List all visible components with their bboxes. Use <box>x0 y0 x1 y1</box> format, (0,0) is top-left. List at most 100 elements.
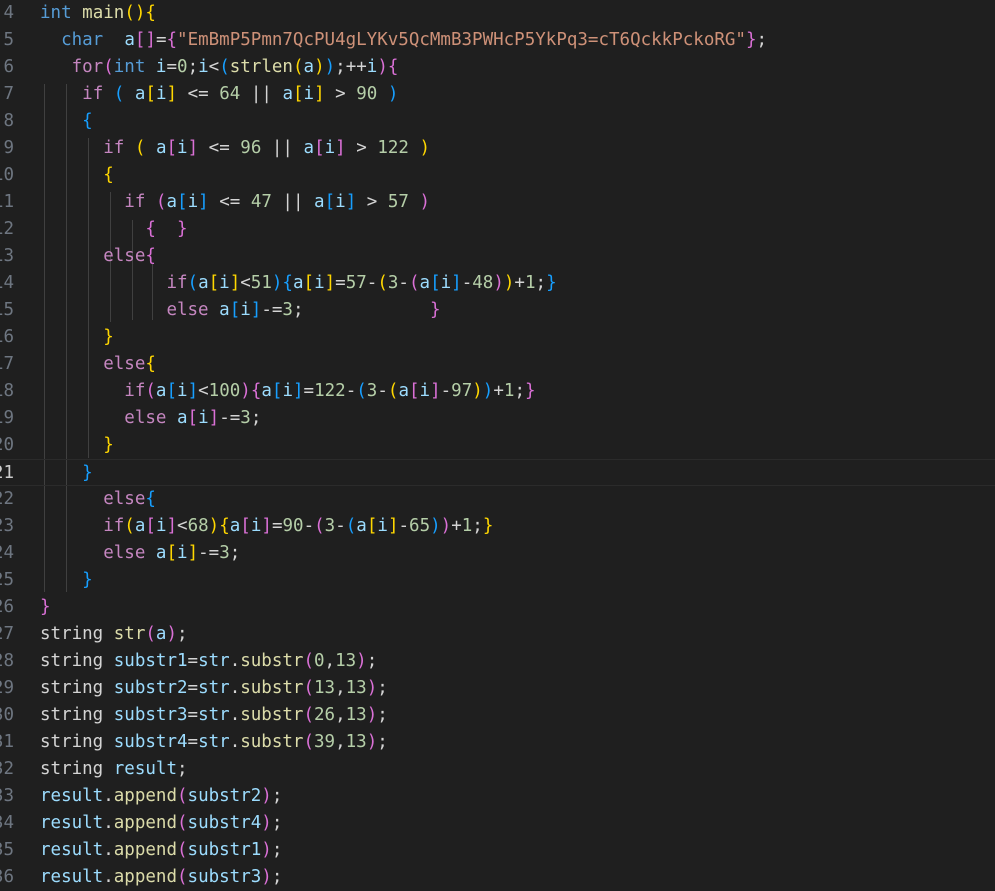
code-line[interactable]: 25 } <box>0 567 995 594</box>
code-line[interactable]: 13 else{ <box>0 243 995 270</box>
code-token: 39 <box>314 732 336 752</box>
code-line[interactable]: 21 } <box>0 459 995 486</box>
code-token: , <box>335 705 346 725</box>
code-text: string result; <box>40 756 188 783</box>
code-line[interactable]: 18 if(a[i]<100){a[i]=122-(3-(a[i]-97))+1… <box>0 378 995 405</box>
code-token: - <box>398 516 410 536</box>
code-token: < <box>198 381 209 401</box>
code-token: { <box>282 273 293 293</box>
code-token: substr4 <box>113 732 188 752</box>
line-number: 7 <box>3 84 14 104</box>
code-line[interactable]: 34 result.append(substr4); <box>0 810 995 837</box>
code-token: 1 <box>461 516 473 536</box>
code-token: ) <box>240 381 251 401</box>
code-token: ] <box>324 273 336 293</box>
code-token: ) <box>493 273 504 293</box>
code-token: [ <box>166 138 178 158</box>
code-token: -= <box>219 408 241 428</box>
code-token: [ <box>271 381 283 401</box>
code-text: string substr1=str.substr(0,13); <box>40 648 377 675</box>
code-token: . <box>229 705 241 725</box>
code-token: i <box>419 381 431 401</box>
code-token: } <box>482 516 494 536</box>
code-line[interactable]: 4 int main(){ <box>0 0 995 27</box>
code-line[interactable]: 17 else{ <box>0 351 995 378</box>
code-line[interactable]: 36 result.append(substr3); <box>0 864 995 891</box>
code-line[interactable]: 5 char a[]={"EmBmP5Pmn7QcPU4gLYKv5QcMmB3… <box>0 27 995 54</box>
code-token: { <box>387 57 399 77</box>
code-token: ( <box>303 732 314 752</box>
code-token: } <box>524 381 536 401</box>
code-text: { } <box>40 216 187 243</box>
code-token: [] <box>134 30 156 50</box>
line-number: 15 <box>0 300 14 320</box>
code-line[interactable]: 31 string substr4=str.substr(39,13); <box>0 729 995 756</box>
code-text: if(a[i]<100){a[i]=122-(3-(a[i]-97))+1;} <box>40 378 536 405</box>
code-line[interactable]: 10 { <box>0 162 995 189</box>
code-token: else <box>103 543 146 563</box>
code-line[interactable]: 20 } <box>0 432 995 459</box>
code-line[interactable]: 16 } <box>0 324 995 351</box>
code-text: for(int i=0;i<(strlen(a));++i){ <box>40 54 399 81</box>
line-number: 21 <box>0 463 14 483</box>
code-text: else a[i]-=3; <box>40 540 240 567</box>
code-line[interactable]: 19 else a[i]-=3; <box>0 405 995 432</box>
code-token: } <box>82 570 93 590</box>
code-line[interactable]: 33 result.append(substr2); <box>0 783 995 810</box>
code-line[interactable]: 26} <box>0 594 995 621</box>
code-token: main <box>82 3 125 23</box>
code-line[interactable]: 23 if(a[i]<68){a[i]=90-(3-(a[i]-65))+1;} <box>0 513 995 540</box>
line-number: 35 <box>0 840 14 860</box>
code-token: if <box>124 381 146 401</box>
code-editor[interactable]: 4 int main(){5 char a[]={"EmBmP5Pmn7QcPU4… <box>0 0 995 887</box>
code-token: . <box>229 678 241 698</box>
code-token: ) <box>271 273 283 293</box>
code-line[interactable]: 11 if (a[i] <= 47 || a[i] > 57 ) <box>0 189 995 216</box>
code-token: - <box>366 273 378 293</box>
code-line[interactable]: 35 result.append(substr1); <box>0 837 995 864</box>
code-token: string <box>40 651 104 671</box>
code-line[interactable]: 14 if(a[i]<51){a[i]=57-(3-(a[i]-48))+1;} <box>0 270 995 297</box>
code-line[interactable]: 24 else a[i]-=3; <box>0 540 995 567</box>
code-line[interactable]: 29 string substr2=str.substr(13,13); <box>0 675 995 702</box>
code-token: 90 <box>356 84 378 104</box>
line-number: 28 <box>0 651 14 671</box>
code-token: ) <box>208 516 220 536</box>
code-line[interactable]: 30 string substr3=str.substr(26,13); <box>0 702 995 729</box>
code-line[interactable]: 7 if ( a[i] <= 64 || a[i] > 90 ) <box>0 81 995 108</box>
code-token: a <box>219 300 230 320</box>
code-text: } <box>40 432 114 459</box>
code-line[interactable]: 6 for(int i=0;i<(strlen(a));++i){ <box>0 54 995 81</box>
code-token: a <box>155 381 167 401</box>
code-token: { <box>145 354 156 374</box>
code-line[interactable]: 12 { } <box>0 216 995 243</box>
code-token: > <box>356 192 388 212</box>
code-token: ) <box>314 57 325 77</box>
code-token: 68 <box>187 516 209 536</box>
code-line[interactable]: 22 else{ <box>0 486 995 513</box>
code-token: + <box>451 516 462 536</box>
code-token: = <box>187 732 199 752</box>
code-line[interactable]: 8 { <box>0 108 995 135</box>
code-token: else <box>103 354 146 374</box>
code-token: if <box>103 516 125 536</box>
code-token: ( <box>303 651 314 671</box>
code-token: ( <box>303 678 314 698</box>
code-line[interactable]: 28 string substr1=str.substr(0,13); <box>0 648 995 675</box>
code-line[interactable]: 32 string result; <box>0 756 995 783</box>
code-line[interactable]: 15 else a[i]-=3; } <box>0 297 995 324</box>
code-token: ( <box>345 516 357 536</box>
code-token: i <box>377 516 388 536</box>
code-line[interactable]: 9 if ( a[i] <= 96 || a[i] > 122 ) <box>0 135 995 162</box>
code-line[interactable]: 27 string str(a); <box>0 621 995 648</box>
line-number: 33 <box>0 786 14 806</box>
code-token: string <box>40 705 104 725</box>
